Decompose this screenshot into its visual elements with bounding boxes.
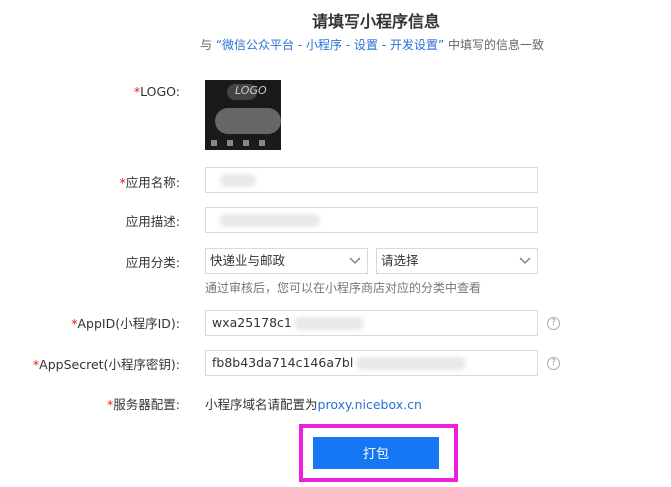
- help-icon[interactable]: ?: [547, 357, 560, 370]
- help-icon[interactable]: ?: [547, 317, 560, 330]
- subtitle-prefix: 与: [200, 38, 213, 52]
- page-title: 请填写小程序信息: [311, 12, 440, 31]
- chevron-down-icon: [349, 257, 361, 264]
- category-label: 应用分类:: [125, 255, 180, 270]
- app-desc-input[interactable]: [205, 207, 538, 233]
- server-domain-text: 小程序域名请配置为proxy.nicebox.cn: [205, 397, 422, 412]
- appsecret-input[interactable]: fb8b43da714c146a7bl: [205, 350, 538, 376]
- appid-input[interactable]: wxa25178c1: [205, 310, 538, 336]
- server-domain-link[interactable]: proxy.nicebox.cn: [318, 397, 422, 412]
- logo-upload[interactable]: LOGO: [205, 80, 281, 150]
- appsecret-value: fb8b43da714c146a7bl: [212, 355, 354, 370]
- server-label: *服务器配置:: [107, 397, 180, 412]
- app-name-input[interactable]: [205, 167, 538, 193]
- subcategory-value: 请选择: [381, 253, 419, 268]
- category-select[interactable]: 快递业与邮政: [205, 248, 368, 274]
- category-hint: 通过审核后，您可以在小程序商店对应的分类中查看: [205, 281, 482, 295]
- appid-label: *AppID(小程序ID):: [71, 316, 180, 331]
- subcategory-select[interactable]: 请选择: [376, 248, 538, 274]
- page-subtitle: 与 “微信公众平台 - 小程序 - 设置 - 开发设置” 中填写的信息一致: [200, 36, 544, 53]
- subtitle-path: “微信公众平台 - 小程序 - 设置 - 开发设置”: [215, 38, 445, 52]
- app-desc-label: 应用描述:: [125, 214, 180, 229]
- logo-image-text: LOGO: [235, 84, 267, 97]
- pack-button[interactable]: 打包: [313, 437, 439, 469]
- appid-value: wxa25178c1: [212, 315, 292, 330]
- category-value: 快递业与邮政: [210, 253, 286, 268]
- logo-label: *LOGO:: [133, 84, 180, 99]
- app-name-label: *应用名称:: [119, 175, 180, 190]
- appsecret-label: *AppSecret(小程序密钥):: [32, 357, 180, 372]
- subtitle-suffix: 中填写的信息一致: [447, 38, 544, 52]
- chevron-down-icon: [519, 257, 531, 264]
